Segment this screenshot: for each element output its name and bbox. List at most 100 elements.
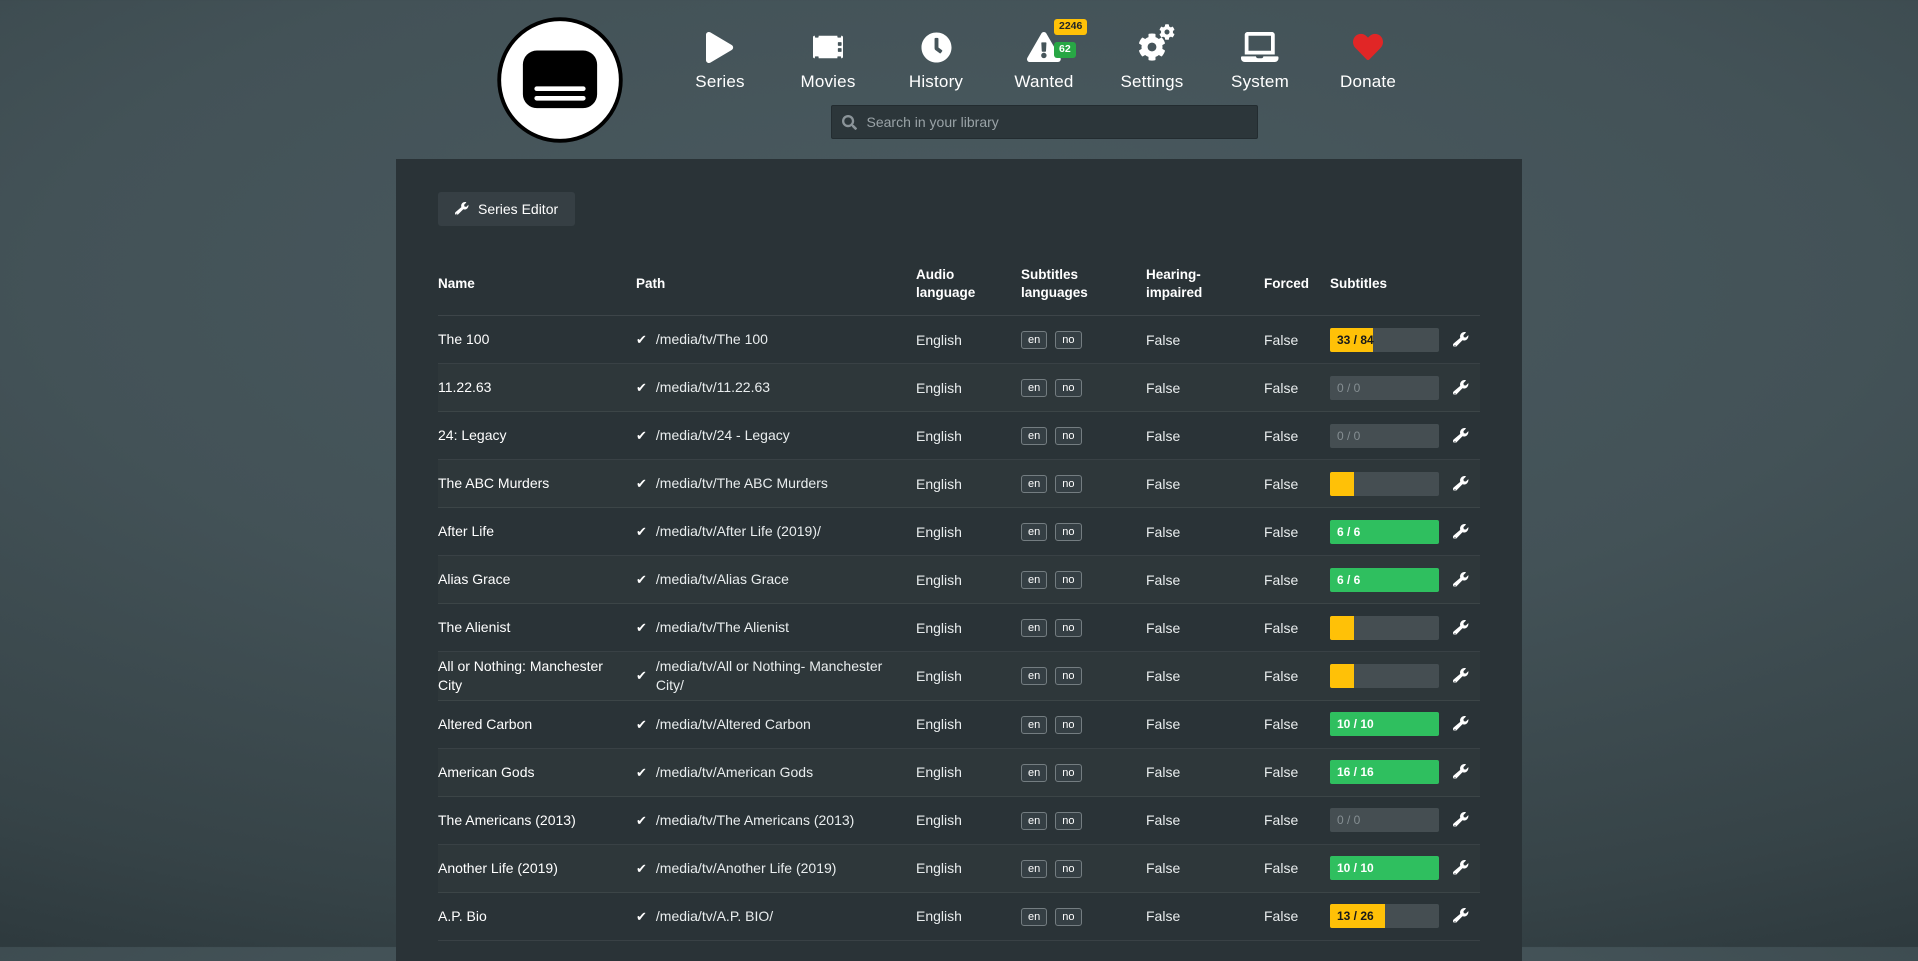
search-input[interactable] xyxy=(865,113,1247,131)
subtitles-languages: enno xyxy=(1021,811,1146,830)
nav-system[interactable]: System xyxy=(1206,29,1314,92)
table-row: A.P. Bio ✔ /media/tv/A.P. BIO/ English e… xyxy=(438,893,1480,941)
audio-language: English xyxy=(916,716,1021,732)
series-editor-button[interactable]: Series Editor xyxy=(438,192,575,226)
nav-settings[interactable]: Settings xyxy=(1098,29,1206,92)
wrench-icon[interactable] xyxy=(1453,860,1469,876)
series-path: /media/tv/All or Nothing- Manchester Cit… xyxy=(656,657,898,695)
table-row: 24: Legacy ✔ /media/tv/24 - Legacy Engli… xyxy=(438,412,1480,460)
subtitles-cell xyxy=(1330,664,1442,688)
subtitles-progress: 33 / 84 xyxy=(1330,328,1439,352)
series-name[interactable]: 24: Legacy xyxy=(438,426,636,445)
subtitles-progress xyxy=(1330,664,1439,688)
language-badge: en xyxy=(1021,667,1047,685)
forced-value: False xyxy=(1264,524,1330,540)
language-badge: no xyxy=(1055,908,1081,926)
nav-history[interactable]: History xyxy=(882,29,990,92)
series-path-cell: ✔ /media/tv/The Alienist xyxy=(636,618,916,637)
language-badge: en xyxy=(1021,571,1047,589)
nav-wanted[interactable]: 2246 62 Wanted xyxy=(990,29,1098,92)
forced-value: False xyxy=(1264,572,1330,588)
series-path: /media/tv/The Alienist xyxy=(656,618,789,637)
subtitles-cell: 0 / 0 xyxy=(1330,424,1442,448)
nav-donate[interactable]: Donate xyxy=(1314,29,1422,92)
series-name[interactable]: The Americans (2013) xyxy=(438,811,636,830)
wrench-icon[interactable] xyxy=(1453,908,1469,924)
subtitles-languages: enno xyxy=(1021,330,1146,349)
subtitles-progress-bar xyxy=(1330,664,1354,688)
series-path: /media/tv/A.P. BIO/ xyxy=(656,907,773,926)
hearing-impaired-value: False xyxy=(1146,764,1264,780)
audio-language: English xyxy=(916,908,1021,924)
wrench-icon[interactable] xyxy=(1453,812,1469,828)
series-name[interactable]: Altered Carbon xyxy=(438,715,636,734)
subtitles-progress xyxy=(1330,472,1439,496)
wrench-icon[interactable] xyxy=(1453,572,1469,588)
series-name[interactable]: Alias Grace xyxy=(438,570,636,589)
hearing-impaired-value: False xyxy=(1146,668,1264,684)
nav-label: Series xyxy=(695,72,744,92)
subtitles-progress: 10 / 10 xyxy=(1330,856,1439,880)
language-badge: en xyxy=(1021,523,1047,541)
check-icon: ✔ xyxy=(636,379,647,397)
series-name[interactable]: All or Nothing: Manchester City xyxy=(438,657,636,695)
wrench-icon[interactable] xyxy=(1453,716,1469,732)
series-path-cell: ✔ /media/tv/Altered Carbon xyxy=(636,715,916,734)
hearing-impaired-value: False xyxy=(1146,428,1264,444)
series-table: Name Path Audio language Subtitles langu… xyxy=(438,258,1480,941)
check-icon: ✔ xyxy=(636,619,647,637)
check-icon: ✔ xyxy=(636,571,647,589)
series-name[interactable]: Another Life (2019) xyxy=(438,859,636,878)
series-name[interactable]: A.P. Bio xyxy=(438,907,636,926)
subtitles-languages: enno xyxy=(1021,474,1146,493)
wrench-icon[interactable] xyxy=(1453,620,1469,636)
app-header: Series Movies History xyxy=(0,0,1918,144)
table-row: The ABC Murders ✔ /media/tv/The ABC Murd… xyxy=(438,460,1480,508)
series-name[interactable]: American Gods xyxy=(438,763,636,782)
subtitles-cell xyxy=(1330,616,1442,640)
hearing-impaired-value: False xyxy=(1146,572,1264,588)
hearing-impaired-value: False xyxy=(1146,380,1264,396)
wrench-icon[interactable] xyxy=(1453,380,1469,396)
header-path: Path xyxy=(636,275,916,293)
app-logo[interactable] xyxy=(496,16,624,144)
wrench-icon[interactable] xyxy=(1453,476,1469,492)
hearing-impaired-value: False xyxy=(1146,812,1264,828)
subtitles-progress-label: 0 / 0 xyxy=(1337,381,1360,395)
series-path-cell: ✔ /media/tv/American Gods xyxy=(636,763,916,782)
wrench-icon[interactable] xyxy=(1453,668,1469,684)
wrench-icon[interactable] xyxy=(1453,428,1469,444)
audio-language: English xyxy=(916,380,1021,396)
subtitles-languages: enno xyxy=(1021,763,1146,782)
subtitles-languages: enno xyxy=(1021,378,1146,397)
hearing-impaired-value: False xyxy=(1146,860,1264,876)
wrench-icon[interactable] xyxy=(1453,524,1469,540)
language-badge: no xyxy=(1055,331,1081,349)
hearing-impaired-value: False xyxy=(1146,620,1264,636)
series-path-cell: ✔ /media/tv/The Americans (2013) xyxy=(636,811,916,830)
table-row: Another Life (2019) ✔ /media/tv/Another … xyxy=(438,845,1480,893)
series-name[interactable]: 11.22.63 xyxy=(438,378,636,397)
subtitles-progress-label: 33 / 84 xyxy=(1337,333,1374,347)
series-name[interactable]: The 100 xyxy=(438,330,636,349)
series-editor-label: Series Editor xyxy=(478,201,558,217)
table-row: All or Nothing: Manchester City ✔ /media… xyxy=(438,652,1480,701)
series-path: /media/tv/American Gods xyxy=(656,763,813,782)
nav-movies[interactable]: Movies xyxy=(774,29,882,92)
subtitles-cell: 16 / 16 xyxy=(1330,760,1442,784)
nav-label: Donate xyxy=(1340,72,1396,92)
table-row: Altered Carbon ✔ /media/tv/Altered Carbo… xyxy=(438,701,1480,749)
subtitles-progress: 0 / 0 xyxy=(1330,376,1439,400)
subtitles-progress: 0 / 0 xyxy=(1330,808,1439,832)
language-badge: no xyxy=(1055,619,1081,637)
series-name[interactable]: The ABC Murders xyxy=(438,474,636,493)
series-name[interactable]: After Life xyxy=(438,522,636,541)
audio-language: English xyxy=(916,668,1021,684)
search-bar xyxy=(831,105,1258,139)
wrench-icon[interactable] xyxy=(1453,332,1469,348)
series-name[interactable]: The Alienist xyxy=(438,618,636,637)
nav-series[interactable]: Series xyxy=(666,29,774,92)
table-row: The Alienist ✔ /media/tv/The Alienist En… xyxy=(438,604,1480,652)
series-path-cell: ✔ /media/tv/24 - Legacy xyxy=(636,426,916,445)
wrench-icon[interactable] xyxy=(1453,764,1469,780)
